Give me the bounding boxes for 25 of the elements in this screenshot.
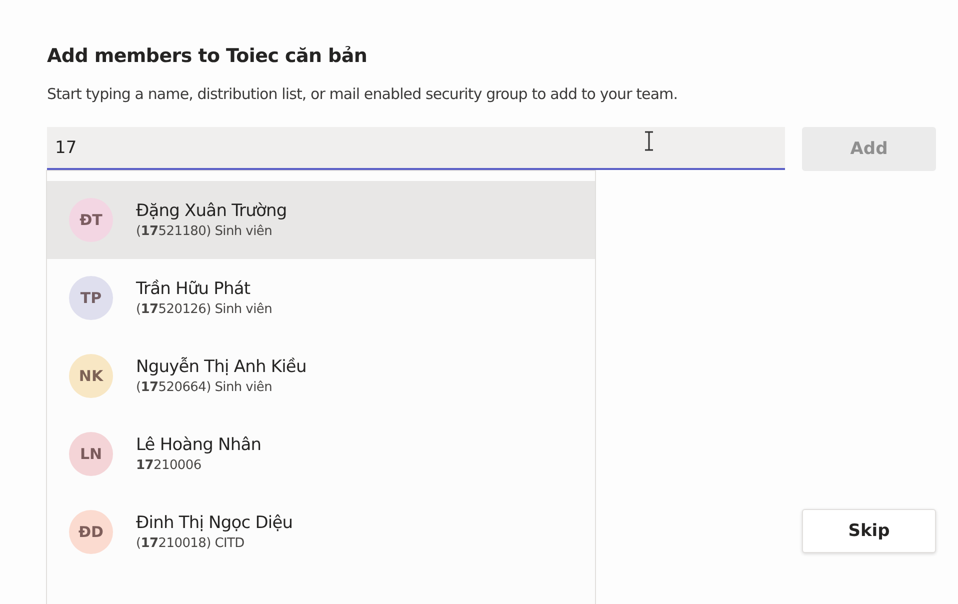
person-name: Đinh Thị Ngọc Diệu [136,513,293,533]
person-detail: (17520664) Sinh viên [136,380,274,395]
suggestion-item[interactable]: ĐD Đinh Thị Ngọc Diệu (17210018) CITD [47,493,595,571]
skip-button[interactable]: Skip [802,509,936,553]
suggestion-item[interactable]: TP Trần Hữu Phát (17520126) Sinh viên [47,259,595,337]
person-name: Nguyễn Thị Anh Kiều [136,357,306,377]
suggestion-item[interactable]: LN Lê Hoàng Nhân 17210006 [47,415,595,493]
person-detail: 17210006 [136,458,202,473]
person-name: Trần Hữu Phát [136,279,252,299]
person-detail: (17210018) CITD [136,536,246,551]
avatar: ĐD [69,510,113,554]
suggestion-item[interactable]: NK Nguyễn Thị Anh Kiều (17520664) Sinh viên [47,337,595,415]
person-name: Lê Hoàng Nhân [136,435,262,455]
dialog-description: Start typing a name, distribution list, or mail enabled security group to add to your team. [47,85,679,103]
person-name: Đặng Xuân Trường [136,201,287,221]
avatar: NK [69,354,113,398]
text-cursor-icon [644,131,654,151]
suggestion-item[interactable]: ĐT Đặng Xuân Trường (17521180) Sinh viên [47,181,595,259]
person-detail: (17520126) Sinh viên [136,302,272,317]
dialog-title: Add members to Toiec căn bản [47,45,368,67]
avatar: LN [69,432,113,476]
avatar: ĐT [69,198,113,242]
person-detail: (17521180) Sinh viên [136,224,274,239]
avatar: TP [69,276,113,320]
search-field[interactable]: 17 [47,127,785,170]
